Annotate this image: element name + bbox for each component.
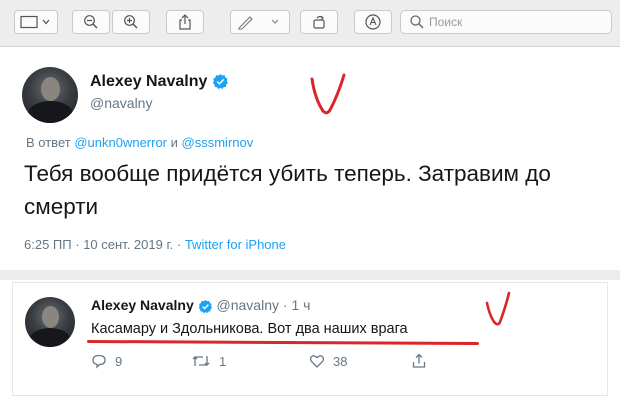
- zoom-in-icon: [124, 15, 138, 29]
- tweet-time[interactable]: 6:25 ПП: [24, 237, 72, 252]
- author-handle[interactable]: @navalny: [217, 297, 279, 313]
- mention-link[interactable]: @unkn0wnerror: [74, 135, 167, 150]
- tweet-source[interactable]: Twitter for iPhone: [185, 237, 286, 252]
- verified-badge-icon: [198, 299, 212, 314]
- tweet-date[interactable]: 10 сент. 2019 г.: [83, 237, 173, 252]
- heart-icon: [309, 355, 325, 368]
- markup-toolbar-icon: [365, 14, 381, 30]
- like-count: 38: [333, 353, 348, 369]
- search-field[interactable]: [400, 10, 612, 34]
- tweet-card[interactable]: Alexey Navalny @navalny В ответ @unkn0wn…: [0, 47, 620, 267]
- zoom-out-button[interactable]: [72, 10, 110, 34]
- sidebar-toggle-icon: [20, 15, 50, 29]
- reply-icon: [92, 354, 106, 369]
- red-checkmark-annotation: [310, 73, 346, 115]
- avatar[interactable]: [22, 67, 78, 123]
- tweet-text: Тебя вообще придётся убить теперь. Затра…: [24, 161, 551, 219]
- preview-toolbar: [0, 0, 620, 47]
- share-button[interactable]: [166, 10, 204, 34]
- share-tweet-button[interactable]: [411, 353, 427, 369]
- markup-pen-icon: [238, 16, 279, 30]
- share-icon: [179, 14, 191, 30]
- retweet-icon: [192, 356, 210, 366]
- markup-pen-button[interactable]: [230, 10, 290, 34]
- tweet-card-timeline[interactable]: Alexey Navalny @navalny · 1 ч Касамару и…: [12, 282, 608, 396]
- author-handle[interactable]: @navalny: [90, 95, 152, 111]
- red-underline-annotation: [86, 339, 480, 346]
- sidebar-view-button[interactable]: [14, 10, 58, 34]
- author-line: Alexey Navalny @navalny · 1 ч: [91, 297, 311, 314]
- retweet-button[interactable]: 1: [191, 353, 226, 369]
- search-icon: [410, 15, 424, 29]
- like-button[interactable]: 38: [309, 353, 347, 369]
- divider: [0, 270, 620, 280]
- retweet-count: 1: [219, 353, 227, 369]
- verified-badge-icon: [212, 74, 228, 90]
- red-checkmark-annotation: [485, 291, 511, 326]
- search-input[interactable]: [429, 15, 599, 29]
- avatar[interactable]: [25, 297, 75, 347]
- tweet-age[interactable]: 1 ч: [291, 297, 310, 313]
- reply-context: В ответ @unkn0wnerror и @sssmirnov: [26, 135, 254, 150]
- markup-toolbar-button[interactable]: [354, 10, 392, 34]
- mention-link[interactable]: @sssmirnov: [182, 135, 254, 150]
- author-name[interactable]: Alexey Navalny: [91, 297, 194, 313]
- rotate-button[interactable]: [300, 10, 338, 34]
- reply-count: 9: [115, 353, 123, 369]
- share-icon: [412, 353, 426, 368]
- author-name[interactable]: Alexey Navalny: [90, 73, 207, 90]
- reply-button[interactable]: 9: [91, 353, 122, 369]
- tweet-meta: 6:25 ПП · 10 сент. 2019 г. · Twitter for…: [24, 237, 286, 252]
- tweet-text: Касамару и Здольникова. Вот два наших вр…: [91, 321, 408, 337]
- author-line: Alexey Navalny: [90, 73, 229, 91]
- zoom-out-icon: [84, 15, 98, 29]
- zoom-in-button[interactable]: [112, 10, 150, 34]
- rotate-icon: [313, 15, 325, 29]
